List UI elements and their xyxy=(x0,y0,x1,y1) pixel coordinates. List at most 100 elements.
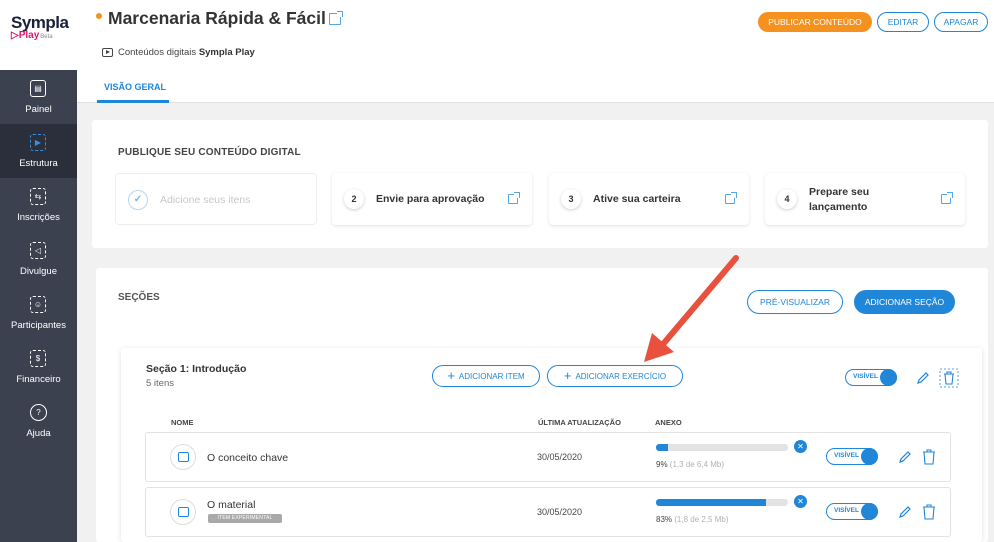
participants-icon: ☺ xyxy=(30,296,46,313)
section-card: Seção 1: Introdução 5 itens + ADICIONAR I… xyxy=(121,348,982,542)
section-title: Seção 1: Introdução xyxy=(146,363,247,375)
section-item-count: 5 itens xyxy=(146,378,174,389)
sidebar-item-label: Painel xyxy=(25,104,52,115)
external-link-icon[interactable] xyxy=(329,11,343,25)
experimental-badge: ITEM EXPERIMENTAL xyxy=(208,514,282,523)
step-activate-wallet[interactable]: 3 Ative sua carteira xyxy=(549,173,749,225)
publish-button[interactable]: PUBLICAR CONTEÚDO xyxy=(758,12,872,32)
plus-icon: + xyxy=(447,368,455,383)
table-row[interactable]: O conceito chave 30/05/2020 ✕ 9% (1,3 de… xyxy=(145,432,951,482)
logo-sub: ▷PlayBeta xyxy=(11,30,53,41)
step-number: 3 xyxy=(561,189,581,209)
upload-progress-fill xyxy=(656,444,668,451)
external-link-icon[interactable] xyxy=(941,192,953,204)
column-header-name: NOME xyxy=(171,418,194,427)
visibility-label: VISÍVEL xyxy=(853,373,878,380)
step-prepare-launch[interactable]: 4 Prepare seu lançamento xyxy=(765,173,965,225)
sidebar-item-label: Inscrições xyxy=(17,212,60,223)
percent-value: 9% xyxy=(656,460,668,469)
sidebar-item-label: Estrutura xyxy=(19,158,58,169)
item-date: 30/05/2020 xyxy=(537,452,583,462)
sympla-play-logo[interactable]: Sympla ▷PlayBeta xyxy=(0,0,77,70)
column-header-attachment: ANEXO xyxy=(655,418,682,427)
add-exercise-label: ADICIONAR EXERCÍCIO xyxy=(575,372,667,381)
sidebar-item-painel[interactable]: ▤ Painel xyxy=(0,70,77,124)
step-add-items[interactable]: ✓ Adicione seus itens xyxy=(115,173,317,225)
publish-card: PUBLIQUE SEU CONTEÚDO DIGITAL ✓ Adicione… xyxy=(92,120,988,248)
table-row[interactable]: O material ITEM EXPERIMENTAL 30/05/2020 … xyxy=(145,487,951,537)
tab-visao-geral[interactable]: VISÃO GERAL xyxy=(104,82,166,92)
breadcrumb-bold[interactable]: Sympla Play xyxy=(199,47,255,58)
add-item-label: ADICIONAR ITEM xyxy=(458,372,525,381)
megaphone-icon: ◁ xyxy=(30,242,46,259)
panel-icon: ▤ xyxy=(30,80,46,97)
cancel-upload-icon[interactable]: ✕ xyxy=(794,495,807,508)
external-link-icon[interactable] xyxy=(508,192,520,204)
add-item-button[interactable]: + ADICIONAR ITEM xyxy=(432,365,540,387)
upload-size: (1,8 de 2,5 Mb) xyxy=(674,515,729,524)
sidebar-item-financeiro[interactable]: $ Financeiro xyxy=(0,340,77,394)
step-label: Prepare seu lançamento xyxy=(809,186,870,213)
sidebar-item-label: Financeiro xyxy=(16,374,61,385)
check-icon: ✓ xyxy=(128,190,148,210)
step-number: 2 xyxy=(344,189,364,209)
percent-value: 83% xyxy=(656,515,673,524)
item-name: O material xyxy=(207,499,256,511)
plus-icon: + xyxy=(563,368,572,383)
sidebar-item-ajuda[interactable]: ? Ajuda xyxy=(0,394,77,448)
sidebar-nav: ▤ Painel ▶ Estrutura ⇆ Inscrições ◁ Divu… xyxy=(0,70,77,542)
trash-icon[interactable] xyxy=(922,504,936,520)
help-icon: ? xyxy=(30,404,47,421)
edit-pencil-icon[interactable] xyxy=(916,371,930,385)
toggle-knob xyxy=(861,503,878,520)
finance-icon: $ xyxy=(30,350,46,367)
subscriptions-icon: ⇆ xyxy=(30,188,46,205)
page-title: Marcenaria Rápida & Fácil xyxy=(108,8,326,28)
sections-title: SEÇÕES xyxy=(118,292,160,303)
item-visibility-toggle[interactable]: VISÍVEL xyxy=(826,448,878,465)
upload-progress-bar xyxy=(656,499,788,506)
visibility-label: VISÍVEL xyxy=(834,452,859,459)
step-label: Envie para aprovação xyxy=(376,193,485,205)
sidebar-item-label: Participantes xyxy=(11,320,66,331)
column-header-updated: ÚLTIMA ATUALIZAÇÃO xyxy=(538,418,621,427)
sidebar-item-label: Divulgue xyxy=(20,266,57,277)
trash-icon[interactable] xyxy=(922,449,936,465)
delete-button[interactable]: APAGAR xyxy=(934,12,988,32)
page-header: Marcenaria Rápida & Fácil Conteúdos digi… xyxy=(77,0,994,103)
upload-size: (1,3 de 6,4 Mb) xyxy=(669,460,725,469)
attachment-icon xyxy=(170,499,196,525)
toggle-knob xyxy=(861,448,878,465)
sidebar: Sympla ▷PlayBeta ▤ Painel ▶ Estrutura ⇆ … xyxy=(0,0,77,542)
add-section-button[interactable]: ADICIONAR SEÇÃO xyxy=(854,290,955,314)
step-label: Adicione seus itens xyxy=(160,194,251,206)
sidebar-item-participantes[interactable]: ☺ Participantes xyxy=(0,286,77,340)
play-icon xyxy=(102,47,113,57)
upload-progress-fill xyxy=(656,499,766,506)
edit-pencil-icon[interactable] xyxy=(898,450,912,464)
preview-button[interactable]: PRÉ-VISUALIZAR xyxy=(747,290,843,314)
item-name: O conceito chave xyxy=(207,452,289,464)
breadcrumb-prefix: Conteúdos digitais xyxy=(118,47,199,58)
breadcrumb: Conteúdos digitais Sympla Play xyxy=(102,47,255,58)
sidebar-item-divulgue[interactable]: ◁ Divulgue xyxy=(0,232,77,286)
step-number: 4 xyxy=(777,189,797,209)
item-date: 30/05/2020 xyxy=(537,507,583,517)
upload-percent: 9% (1,3 de 6,4 Mb) xyxy=(656,460,724,469)
add-exercise-button[interactable]: + ADICIONAR EXERCÍCIO xyxy=(547,365,683,387)
external-link-icon[interactable] xyxy=(725,192,737,204)
section-visibility-toggle[interactable]: VISÍVEL xyxy=(845,369,897,386)
structure-icon: ▶ xyxy=(30,134,46,151)
sidebar-item-inscricoes[interactable]: ⇆ Inscrições xyxy=(0,178,77,232)
step-label: Ative sua carteira xyxy=(593,193,681,205)
step-send-approval[interactable]: 2 Envie para aprovação xyxy=(332,173,532,225)
trash-icon[interactable] xyxy=(939,368,959,388)
edit-button[interactable]: EDITAR xyxy=(877,12,929,32)
status-dot xyxy=(96,13,102,19)
cancel-upload-icon[interactable]: ✕ xyxy=(794,440,807,453)
visibility-label: VISÍVEL xyxy=(834,507,859,514)
sidebar-item-estrutura[interactable]: ▶ Estrutura xyxy=(0,124,77,178)
edit-pencil-icon[interactable] xyxy=(898,505,912,519)
upload-percent: 83% (1,8 de 2,5 Mb) xyxy=(656,515,729,524)
item-visibility-toggle[interactable]: VISÍVEL xyxy=(826,503,878,520)
